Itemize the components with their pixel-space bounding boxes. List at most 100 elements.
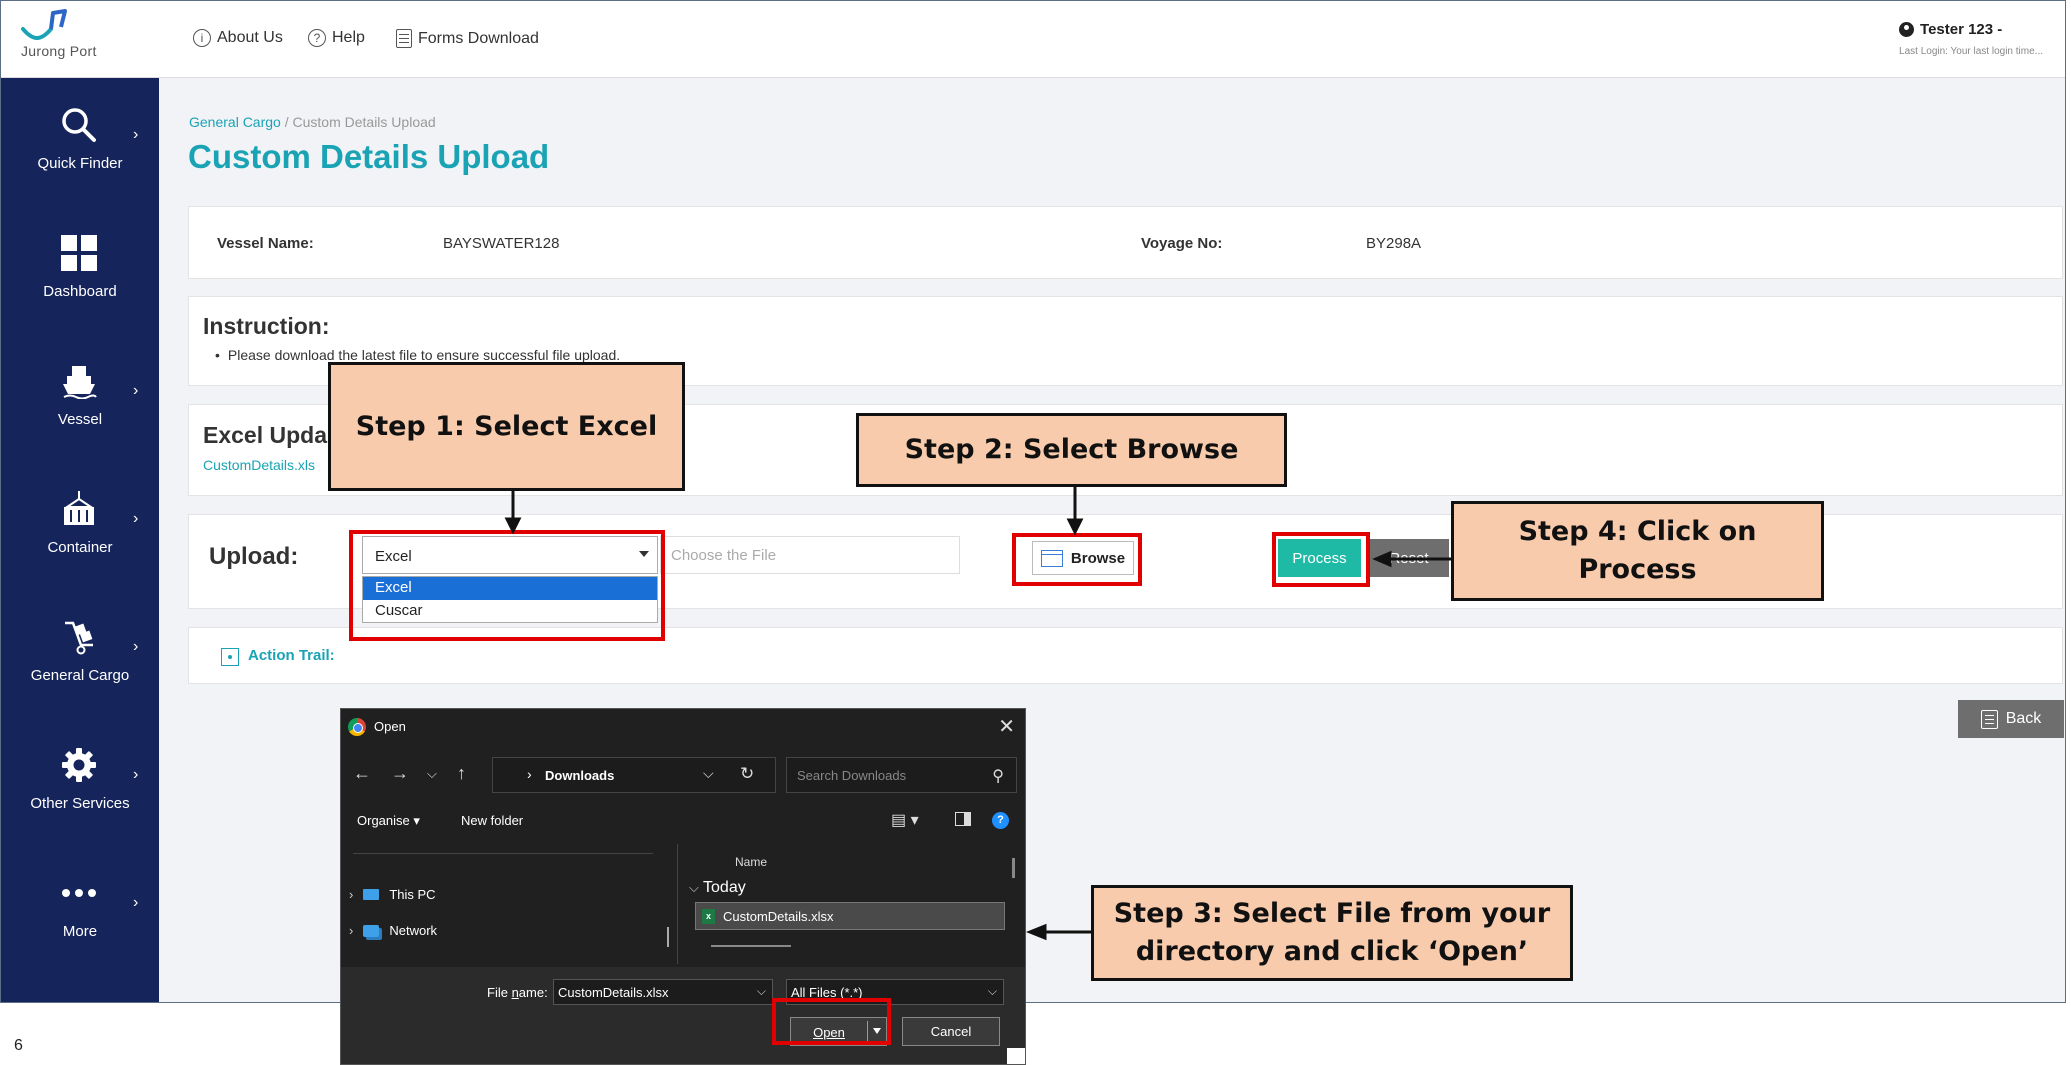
breadcrumb-link-general-cargo[interactable]: General Cargo xyxy=(189,114,281,130)
upload-label: Upload: xyxy=(209,543,299,570)
about-us-label: About Us xyxy=(217,29,283,46)
reset-button[interactable]: Reset xyxy=(1369,539,1449,577)
refresh-icon[interactable]: ↻ xyxy=(740,764,754,784)
forms-icon xyxy=(396,29,412,48)
computer-icon xyxy=(363,889,380,900)
browse-label: Browse xyxy=(1070,549,1126,567)
file-list-pane: Name ⌵ Today x CustomDetails.xlsx xyxy=(681,843,1025,963)
voyage-no-value: BY298A xyxy=(1366,235,1422,252)
sidebar-item-vessel[interactable]: › Vessel xyxy=(1,334,159,462)
back-label: Back xyxy=(2005,710,2042,727)
sidebar: › Quick Finder Dashboard › Vessel › Cont… xyxy=(1,78,159,1002)
container-icon xyxy=(57,487,101,531)
excel-update-title: Excel Upda xyxy=(203,422,327,448)
forward-arrow-icon[interactable]: → xyxy=(391,763,409,784)
forms-download-link[interactable]: Forms Download xyxy=(396,29,539,48)
column-header-name[interactable]: Name xyxy=(735,855,767,869)
new-folder-button[interactable]: New folder xyxy=(461,813,523,828)
close-icon[interactable]: ✕ xyxy=(998,714,1015,739)
caret-down-icon[interactable] xyxy=(873,1028,881,1034)
sidebar-item-other-services[interactable]: › Other Services xyxy=(1,718,159,846)
scrollbar[interactable] xyxy=(667,927,669,947)
callout-step-4-line-1: Step 4: Click on xyxy=(1518,516,1757,548)
open-button[interactable]: Open xyxy=(790,1017,887,1046)
excel-file-icon: x xyxy=(702,908,715,924)
chevron-right-icon: › xyxy=(133,126,139,143)
preview-pane-icon[interactable] xyxy=(955,812,971,826)
file-item-name: CustomDetails.xlsx xyxy=(723,908,834,924)
group-header-today[interactable]: ⌵ Today xyxy=(689,879,746,897)
breadcrumb-current: Custom Details Upload xyxy=(292,114,436,130)
back-button[interactable]: Back xyxy=(1958,700,2064,738)
group-label: Today xyxy=(703,879,746,896)
chevron-right-icon: › xyxy=(349,923,354,938)
sidebar-item-more[interactable]: › More xyxy=(1,846,159,974)
sidebar-item-dashboard[interactable]: Dashboard xyxy=(1,206,159,334)
process-button[interactable]: Process xyxy=(1278,539,1361,577)
more-icon xyxy=(57,871,101,915)
user-name-label: Tester 123 - xyxy=(1920,21,2003,38)
file-chooser-input[interactable]: Choose the File xyxy=(660,536,960,574)
chevron-right-icon: › xyxy=(133,638,139,655)
help-label: Help xyxy=(332,29,365,46)
user-menu[interactable]: Tester 123 - Last Login: Your last login… xyxy=(1899,21,2043,57)
logo-text: Jurong Port xyxy=(21,43,97,59)
chevron-down-icon[interactable]: ⌵ xyxy=(703,765,714,782)
tree-item-this-pc[interactable]: › This PC xyxy=(349,887,436,902)
expand-icon[interactable] xyxy=(221,648,239,666)
user-icon xyxy=(1899,22,1915,37)
user-name[interactable]: Tester 123 - xyxy=(1899,21,2043,38)
sidebar-item-label: Vessel xyxy=(57,411,103,428)
sidebar-item-general-cargo[interactable]: › General Cargo xyxy=(1,590,159,718)
sidebar-item-label: Other Services xyxy=(30,795,130,812)
chevron-down-icon[interactable]: ⌵ xyxy=(757,984,766,999)
tree-item-network[interactable]: › Network xyxy=(349,923,437,938)
back-arrow-icon[interactable]: ← xyxy=(353,763,371,784)
search-placeholder: Search Downloads xyxy=(797,768,907,783)
dialog-toolbar: Organise ▾ New folder ▤ ▾ ? xyxy=(341,801,1025,841)
sidebar-item-quick-finder[interactable]: › Quick Finder xyxy=(1,78,159,206)
about-us-link[interactable]: i About Us xyxy=(193,29,283,47)
address-bar[interactable]: › Downloads ⌵ ↻ xyxy=(492,757,776,793)
recent-locations-icon[interactable]: ⌵ xyxy=(427,766,437,782)
file-name-input[interactable]: CustomDetails.xlsx ⌵ xyxy=(553,979,773,1005)
callout-step-2: Step 2: Select Browse xyxy=(856,413,1287,487)
help-link[interactable]: ? Help xyxy=(308,29,365,47)
action-trail-card: Action Trail: xyxy=(188,627,2063,684)
chevron-right-icon: › xyxy=(133,510,139,527)
cancel-button[interactable]: Cancel xyxy=(902,1017,1000,1046)
dialog-title-bar: Open ✕ xyxy=(341,709,1025,744)
template-file-link[interactable]: CustomDetails.xls xyxy=(203,457,315,473)
breadcrumb: General Cargo / Custom Details Upload xyxy=(189,114,436,130)
jurong-port-logo[interactable] xyxy=(21,7,161,73)
cargo-icon xyxy=(57,615,101,659)
file-type-select[interactable]: All Files (*.*) ⌵ xyxy=(786,979,1004,1005)
callout-step-3-line-2: directory and click ‘Open’ xyxy=(1135,936,1529,967)
search-downloads-input[interactable]: Search Downloads ⚲ xyxy=(786,757,1017,793)
gear-icon xyxy=(57,743,101,787)
chevron-down-icon: ⌵ xyxy=(689,880,699,895)
pane-splitter[interactable] xyxy=(677,844,678,964)
vessel-info-card: Vessel Name: BAYSWATER128 Voyage No: BY2… xyxy=(188,206,2063,279)
view-options-icon[interactable]: ▤ ▾ xyxy=(891,810,919,830)
sidebar-item-container[interactable]: › Container xyxy=(1,462,159,590)
action-trail-label[interactable]: Action Trail: xyxy=(248,647,335,664)
dropdown-option-excel[interactable]: Excel xyxy=(363,577,657,600)
chevron-right-icon: › xyxy=(349,887,354,902)
chevron-right-icon: › xyxy=(133,894,139,911)
up-arrow-icon[interactable]: ↑ xyxy=(457,763,466,784)
tree-item-label: Network xyxy=(389,923,438,938)
upload-type-dropdown: Excel Cuscar xyxy=(362,576,658,623)
vessel-icon xyxy=(57,359,101,403)
help-icon[interactable]: ? xyxy=(992,812,1009,829)
breadcrumb-separator: / xyxy=(280,114,293,130)
file-item[interactable]: x CustomDetails.xlsx xyxy=(695,902,1005,930)
organise-menu[interactable]: Organise ▾ xyxy=(357,813,420,829)
scrollbar[interactable] xyxy=(1012,858,1015,878)
upload-type-select[interactable]: Excel xyxy=(362,536,658,574)
resize-grip[interactable] xyxy=(1007,1048,1025,1064)
dropdown-option-cuscar[interactable]: Cuscar xyxy=(363,600,657,623)
callout-step-3: Step 3: Select File from your directory … xyxy=(1091,885,1573,981)
search-icon xyxy=(57,103,101,147)
browse-button[interactable]: Browse xyxy=(1032,541,1134,575)
